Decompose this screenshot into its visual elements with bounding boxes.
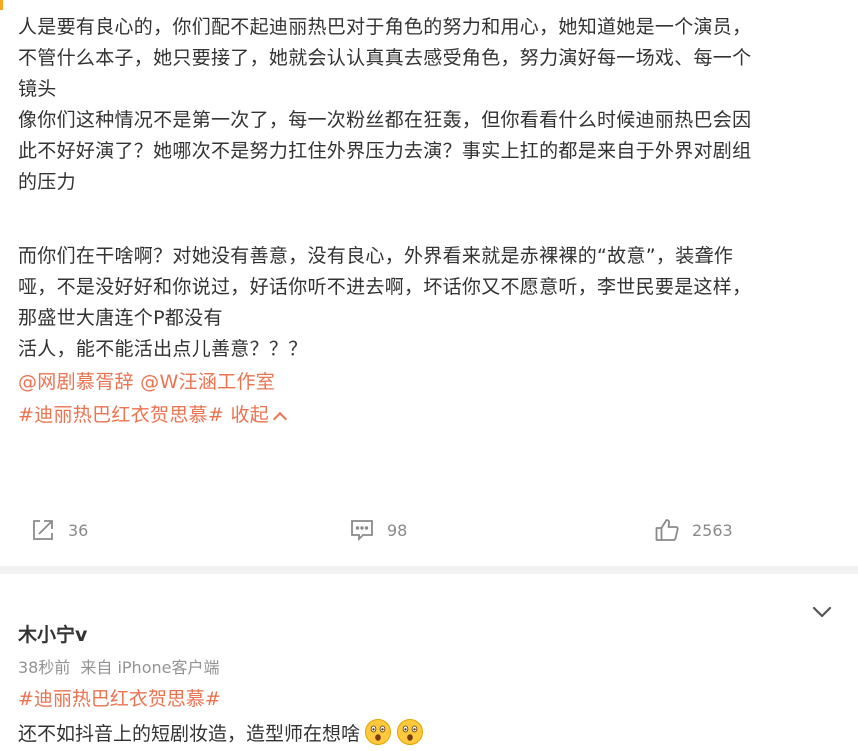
share-icon bbox=[33, 520, 53, 540]
comment-button[interactable]: 98 bbox=[349, 508, 407, 552]
comment-username[interactable]: 木小宁v bbox=[18, 620, 87, 647]
post-body: 人是要有良心的，你们配不起迪丽热巴对于角色的努力和用心，她知道她是一个演员， 不… bbox=[18, 12, 828, 431]
post-line: 而你们在干啥啊？对她没有善意，没有良心，外界看来就是赤裸裸的“故意”，装聋作 bbox=[18, 245, 734, 267]
post-line: 此不好好演了？她哪次不是努力扛住外界压力去演？事实上扛的都是来自于外界对剧组 bbox=[18, 140, 752, 162]
post-line: 像你们这种情况不是第一次了，每一次粉丝都在狂轰，但你看看什么时候迪丽热巴会因 bbox=[18, 109, 752, 131]
share-count: 36 bbox=[68, 520, 89, 540]
post-line: 那盛世大唐连个P都没有 bbox=[18, 307, 223, 329]
astonished-face-emoji bbox=[397, 719, 424, 745]
comment-time: 38秒前 bbox=[18, 658, 71, 677]
post-line: 哑，不是没好好和你说过，好话你听不进去啊，坏话你又不愿意听，李世民要是这样， bbox=[18, 276, 752, 298]
post-line: 的压力 bbox=[18, 171, 76, 193]
comment-icon bbox=[351, 520, 373, 542]
share-button[interactable]: 36 bbox=[30, 508, 88, 552]
like-button[interactable]: 2563 bbox=[654, 508, 733, 552]
post-line: 人是要有良心的，你们配不起迪丽热巴对于角色的努力和用心，她知道她是一个演员， bbox=[18, 16, 752, 38]
mention-link[interactable]: @网剧慕胥辞 bbox=[18, 371, 134, 393]
section-divider bbox=[0, 566, 858, 574]
action-bar: 36 98 2563 bbox=[0, 508, 858, 552]
chevron-up-icon bbox=[273, 411, 288, 427]
thumbs-up-icon bbox=[655, 519, 679, 541]
collapse-label: 收起 bbox=[230, 404, 270, 426]
hashtag-link[interactable]: #迪丽热巴红衣贺思慕# bbox=[18, 404, 224, 426]
chevron-down-icon[interactable] bbox=[810, 600, 834, 624]
tags-row: #迪丽热巴红衣贺思慕# 收起 bbox=[18, 400, 828, 431]
astonished-face-emoji bbox=[365, 719, 392, 745]
comment-meta: 38秒前 来自 iPhone客户端 bbox=[18, 654, 219, 678]
comment-hashtag-link[interactable]: #迪丽热巴红衣贺思慕# bbox=[18, 684, 221, 711]
comment-text-content: 还不如抖音上的短剧妆造，造型师在想啥 bbox=[18, 722, 361, 745]
mentions-row: @网剧慕胥辞 @W汪涵工作室 bbox=[18, 367, 828, 398]
post-line: 活人，能不能活出点儿善意？？？ bbox=[18, 338, 308, 360]
comment-source: 来自 iPhone客户端 bbox=[80, 658, 220, 677]
like-count: 2563 bbox=[692, 520, 733, 540]
accent-bar bbox=[0, 0, 3, 10]
post-line: 不管什么本子，她只要接了，她就会认认真真去感受角色，努力演好每一场戏、每一个 bbox=[18, 47, 752, 69]
comment-text: 还不如抖音上的短剧妆造，造型师在想啥 bbox=[18, 718, 424, 746]
comment-count: 98 bbox=[387, 520, 408, 540]
mention-link[interactable]: @W汪涵工作室 bbox=[140, 371, 275, 393]
post-line: 镜头 bbox=[18, 78, 57, 100]
collapse-button[interactable]: 收起 bbox=[230, 404, 288, 427]
